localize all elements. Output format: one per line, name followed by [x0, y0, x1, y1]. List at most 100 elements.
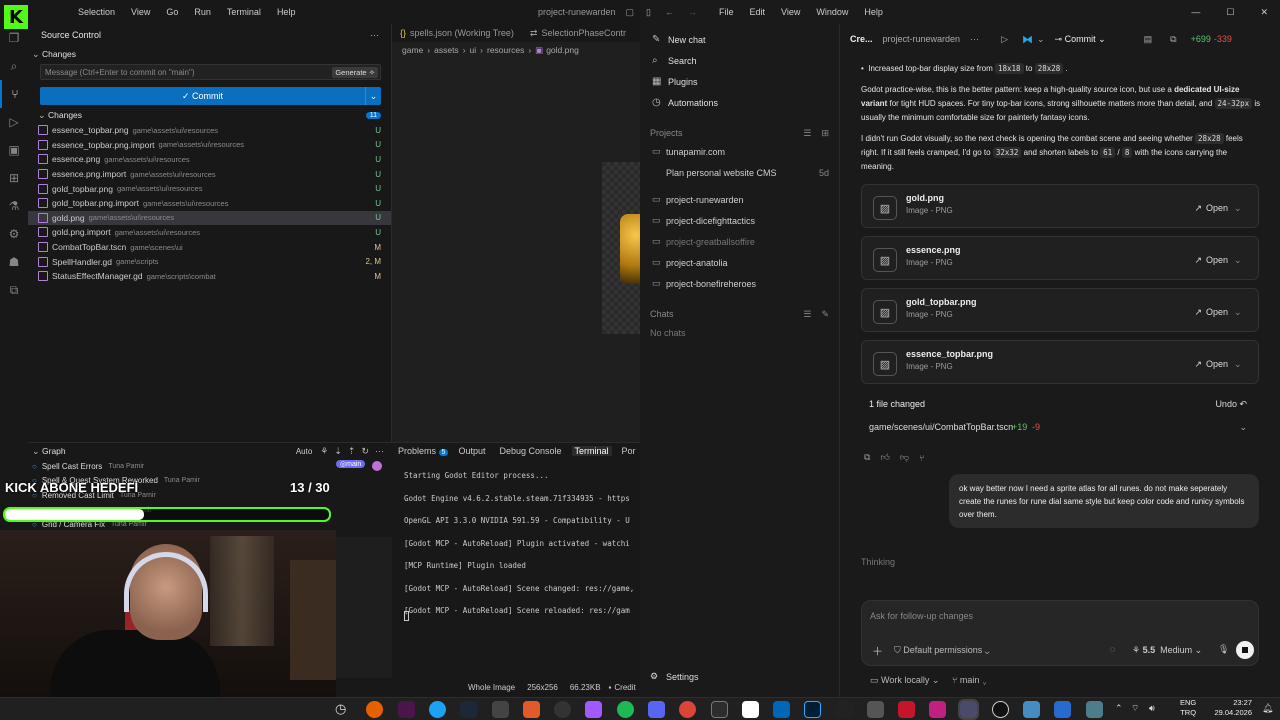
menu-view[interactable]: View	[123, 7, 158, 17]
project-item[interactable]: ▭ project-dicefighttactics	[640, 210, 839, 231]
close-icon[interactable]: ✕	[1260, 7, 1268, 18]
thumbs-up-icon[interactable]: 👍︎	[880, 452, 889, 463]
new-folder-icon[interactable]: ⊞	[821, 128, 829, 139]
firefox-icon[interactable]	[366, 701, 383, 718]
project-item[interactable]: ▭ project-greatballsoffire	[640, 231, 839, 252]
menu-edit[interactable]: Edit	[749, 7, 765, 17]
list-item[interactable]: gold.png game\assets\ui\resources U	[28, 210, 391, 226]
notifications-icon[interactable]: 🔔︎	[1262, 703, 1273, 714]
vscode-icon[interactable]: ⧓	[1022, 33, 1033, 46]
list-item[interactable]: essence_topbar.png.import game\assets\ui\…	[28, 138, 391, 153]
list-item[interactable]: SpellHandler.gd game\scripts 2, M	[28, 254, 391, 269]
app-icon[interactable]	[742, 701, 759, 718]
credit-label[interactable]: Credit	[614, 683, 635, 692]
changed-file-path[interactable]: game/scenes/ui/CombatTopBar.tscn	[869, 422, 1013, 432]
app-icon[interactable]	[1086, 701, 1103, 718]
list-item[interactable]: essence_topbar.png game\assets\ui\resourc…	[28, 123, 391, 138]
unity-icon[interactable]	[492, 701, 509, 718]
chevron-down-icon[interactable]: ⌄	[32, 49, 42, 60]
layout-icon[interactable]: ▢	[625, 7, 634, 18]
chevron-down-icon[interactable]: ⌄	[1037, 34, 1045, 45]
tray-chevron-icon[interactable]: ⌃	[1115, 703, 1123, 714]
language-indicator[interactable]: ENG TRQ	[1180, 698, 1196, 718]
list-item[interactable]: gold_topbar.png.import game\assets\ui\res…	[28, 196, 391, 211]
menu-terminal[interactable]: Terminal	[219, 7, 269, 17]
filter-icon[interactable]: ☰	[803, 128, 811, 139]
list-item[interactable]: gold.png.import game\assets\ui\resources U	[28, 225, 391, 240]
push-icon[interactable]: ⇡	[348, 446, 356, 457]
commit-button[interactable]: ✓ Commit	[40, 87, 365, 105]
discord-icon[interactable]	[648, 701, 665, 718]
codex-icon[interactable]	[958, 699, 979, 720]
godot-icon[interactable]	[1023, 701, 1040, 718]
branch-dropdown[interactable]: ⑂ main ⌄	[952, 675, 987, 685]
nav-automations[interactable]: ◷ Automations	[640, 92, 839, 113]
more-actions-icon[interactable]: ···	[375, 446, 384, 456]
tab-selectionphase[interactable]: ⇄ SelectionPhaseContr	[522, 24, 634, 42]
tab-output[interactable]: Output	[458, 446, 485, 456]
more-actions-icon[interactable]: ···	[970, 34, 979, 44]
chat-item[interactable]: Plan personal website CMS 5d	[640, 162, 839, 183]
changes-section-header[interactable]: Changes	[42, 49, 76, 59]
menu-help[interactable]: Help	[269, 7, 304, 17]
menu-file[interactable]: File	[719, 7, 734, 17]
attach-icon[interactable]: ＋	[872, 643, 883, 659]
breadcrumb-item[interactable]: ui	[470, 45, 477, 55]
open-button[interactable]: ↗ Open ⌄	[1190, 250, 1246, 270]
menu-help[interactable]: Help	[864, 7, 883, 17]
project-item[interactable]: ▭ project-anatolia	[640, 252, 839, 273]
commit-button[interactable]: ⊸ Commit ⌄	[1055, 34, 1106, 45]
app-icon[interactable]	[429, 701, 446, 718]
list-item[interactable]: essence.png.import game\assets\ui\resourc…	[28, 167, 391, 182]
project-item[interactable]: ▭ tunapamir.com	[640, 141, 839, 162]
pull-icon[interactable]: ⇣	[334, 446, 342, 457]
open-button[interactable]: ↗ Open ⌄	[1190, 302, 1246, 322]
terminal-icon[interactable]: ▤	[1144, 34, 1153, 45]
commit-dropdown-button[interactable]: ⌄	[365, 87, 381, 105]
graph-title[interactable]: Graph	[42, 446, 66, 456]
source-control-icon[interactable]: ⑂	[0, 80, 28, 108]
godot-icon[interactable]: ⚙	[0, 220, 28, 248]
menu-window[interactable]: Window	[816, 7, 848, 17]
project-item[interactable]: ▭ project-bonefireheroes	[640, 273, 839, 294]
tab-terminal[interactable]: Terminal	[571, 446, 612, 456]
sidebar-toggle-icon[interactable]: ▯	[646, 7, 651, 18]
undo-button[interactable]: Undo ↶	[1215, 399, 1247, 410]
epic-games-icon[interactable]	[836, 701, 853, 718]
permissions-dropdown[interactable]: ⛉ Default permissions ⌄	[894, 645, 990, 656]
breadcrumb-item[interactable]: game	[402, 45, 423, 55]
graph-mode[interactable]: Auto	[296, 447, 312, 456]
filter-icon[interactable]: ☰	[803, 309, 811, 320]
open-button[interactable]: ↗ Open ⌄	[1190, 198, 1246, 218]
slack-icon[interactable]	[398, 701, 415, 718]
clock[interactable]: 23:27 29.04.2026	[1200, 698, 1252, 718]
attachment-card[interactable]: ▨ gold_topbar.png Image - PNG ↗ Open ⌄	[861, 288, 1259, 332]
menu-view[interactable]: View	[781, 7, 800, 17]
app-icon[interactable]	[867, 701, 884, 718]
chevron-down-icon[interactable]: ⌄	[32, 446, 42, 457]
project-item[interactable]: ▭ project-runewarden	[640, 189, 839, 210]
tab-ports[interactable]: Por	[622, 446, 636, 456]
testing-icon[interactable]: ⚗	[0, 192, 28, 220]
minimize-icon[interactable]: —	[1191, 7, 1200, 17]
generate-button[interactable]: Generate ✧	[332, 66, 378, 78]
breadcrumb-item[interactable]: gold.png	[546, 45, 579, 55]
robot-icon[interactable]: ☗	[0, 248, 28, 276]
image-status-label[interactable]: Whole Image	[468, 683, 515, 692]
thumbs-down-icon[interactable]: 👎︎	[900, 452, 909, 463]
extensions-icon[interactable]: ⊞	[0, 164, 28, 192]
remote-icon[interactable]: ▣	[0, 136, 28, 164]
tab-problems[interactable]: Problems 5	[398, 446, 449, 456]
app-icon[interactable]	[929, 701, 946, 718]
app-icon[interactable]	[523, 701, 540, 718]
nav-search[interactable]: ⌕ Search	[640, 50, 839, 71]
chat-project[interactable]: project-runewarden	[883, 34, 961, 44]
app-icon[interactable]	[554, 701, 571, 718]
app-icon[interactable]	[773, 701, 790, 718]
fork-icon[interactable]: ⑂	[919, 453, 924, 463]
app-icon[interactable]	[1054, 701, 1071, 718]
breadcrumb-item[interactable]: resources	[487, 45, 524, 55]
open-button[interactable]: ↗ Open ⌄	[1190, 354, 1246, 374]
breadcrumb-item[interactable]: assets	[434, 45, 459, 55]
nav-new-chat[interactable]: ✎ New chat	[640, 29, 839, 50]
